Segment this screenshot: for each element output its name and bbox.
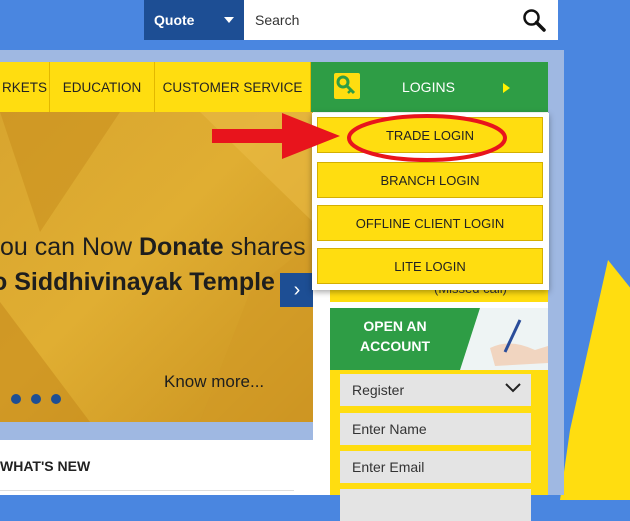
chevron-down-icon xyxy=(505,383,521,393)
menu-item-branch-login[interactable]: BRANCH LOGIN xyxy=(317,162,543,198)
banner-headline: ou can Now Donate shares xyxy=(0,233,306,262)
banner-line1-bold: Donate xyxy=(138,233,224,261)
know-more-link[interactable]: Know more... xyxy=(164,372,264,392)
divider xyxy=(0,490,294,491)
open-account-banner[interactable]: OPEN AN ACCOUNT xyxy=(330,308,548,370)
email-placeholder: Enter Email xyxy=(352,459,425,475)
caret-down-icon xyxy=(224,17,234,23)
nav-item-logins[interactable]: LOGINS xyxy=(311,62,548,112)
nav-item-education[interactable]: EDUCATION xyxy=(50,62,155,112)
name-placeholder: Enter Name xyxy=(352,421,427,437)
nav-item-customer-service[interactable]: CUSTOMER SERVICE xyxy=(155,62,311,112)
signing-hand-image xyxy=(460,308,548,370)
key-icon xyxy=(334,73,360,99)
annotation-arrow xyxy=(212,113,340,159)
search-placeholder: Search xyxy=(255,12,300,28)
play-arrow-icon xyxy=(503,83,510,93)
register-select[interactable]: Register xyxy=(340,374,531,406)
nav-item-markets[interactable]: RKETS xyxy=(0,62,50,112)
open-account-label: OPEN AN ACCOUNT xyxy=(330,316,460,356)
carousel-dot[interactable] xyxy=(51,394,61,404)
background-yellow-shape xyxy=(560,260,630,500)
annotation-ellipse xyxy=(347,114,507,162)
carousel-dot[interactable] xyxy=(31,394,41,404)
quote-dropdown-button[interactable]: Quote xyxy=(144,0,244,40)
banner-line1-prefix: ou can Now xyxy=(0,233,139,261)
carousel-next-button[interactable]: › xyxy=(280,273,314,307)
register-label: Register xyxy=(352,382,405,398)
banner-line1-suffix: shares xyxy=(223,233,306,261)
email-field[interactable]: Enter Email xyxy=(340,451,531,483)
menu-item-offline-client-login[interactable]: OFFLINE CLIENT LOGIN xyxy=(317,205,543,241)
quote-label: Quote xyxy=(154,12,195,28)
form-field-next[interactable] xyxy=(340,489,531,521)
whats-new-title: WHAT'S NEW xyxy=(0,458,91,474)
whats-new-panel: WHAT'S NEW xyxy=(0,440,313,495)
menu-item-lite-login[interactable]: LITE LOGIN xyxy=(317,248,543,284)
open-account-line2: ACCOUNT xyxy=(360,338,430,354)
carousel-dot[interactable] xyxy=(11,394,21,404)
banner-subheadline: o Siddhivinayak Temple xyxy=(0,268,275,296)
next-arrow-icon: › xyxy=(293,278,301,301)
open-account-line1: OPEN AN xyxy=(363,318,427,334)
logins-label: LOGINS xyxy=(402,79,455,95)
search-input[interactable]: Search xyxy=(244,0,558,40)
search-icon[interactable] xyxy=(522,8,546,32)
name-field[interactable]: Enter Name xyxy=(340,413,531,445)
